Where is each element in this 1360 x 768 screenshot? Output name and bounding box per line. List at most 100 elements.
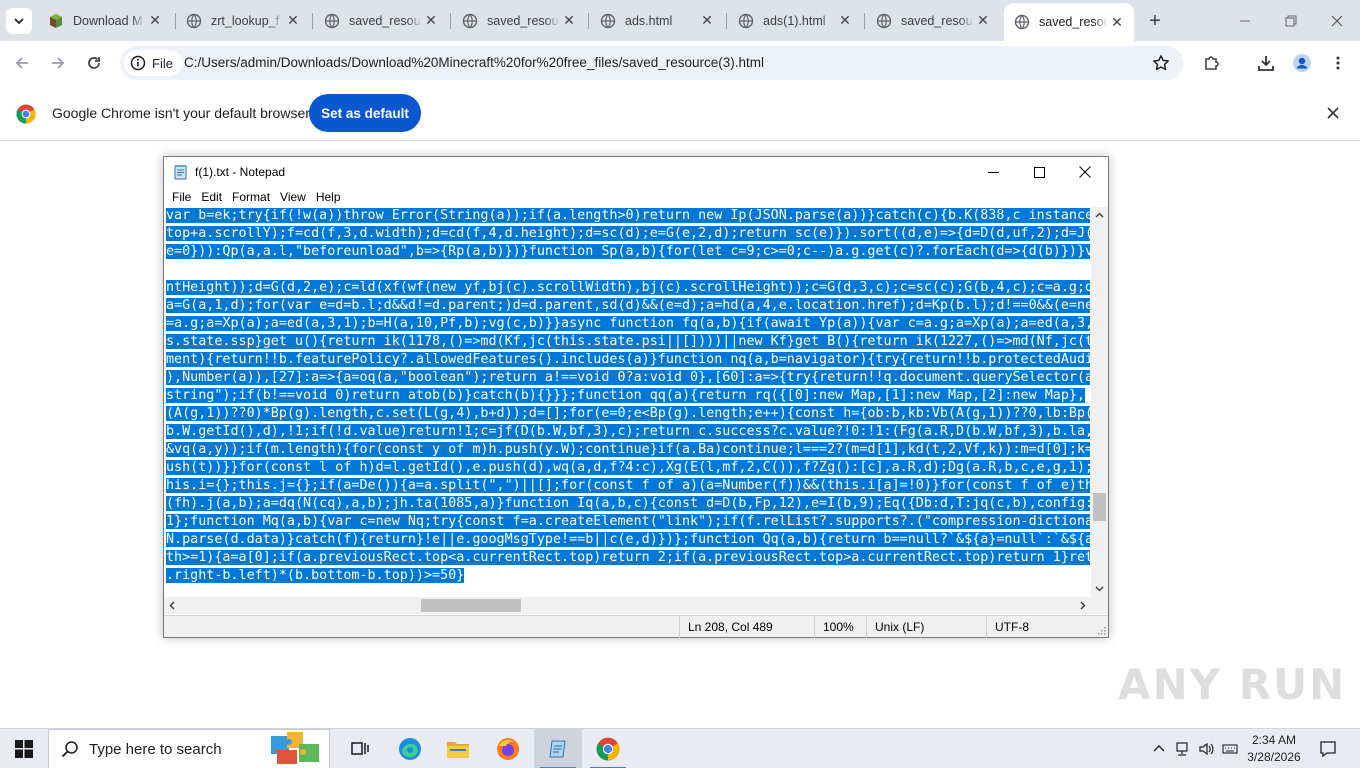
- bookmark-star-button[interactable]: [1151, 53, 1171, 73]
- text-line: ),Number(a)),[27]:a=>{a=oq(a,"boolean");…: [166, 369, 1090, 387]
- task-view-button[interactable]: [336, 729, 384, 768]
- globe-icon: [462, 13, 478, 29]
- tray-overflow-button[interactable]: [1150, 729, 1168, 768]
- menu-help[interactable]: Help: [311, 190, 346, 204]
- start-button[interactable]: [0, 729, 48, 768]
- menu-edit[interactable]: Edit: [196, 190, 227, 204]
- reload-button[interactable]: [80, 49, 108, 77]
- selected-text: (A(g,1))??0)*Bp(g).length,c.set(L(g,4),b…: [166, 406, 1090, 421]
- selected-text: ),Number(a)),[27]:a=>{a=oq(a,"boolean");…: [166, 370, 1090, 385]
- tray-network[interactable]: [1172, 729, 1192, 768]
- forward-button[interactable]: [44, 49, 72, 77]
- tab-ads-html[interactable]: ads.html ✕: [590, 6, 724, 35]
- set-as-default-button[interactable]: Set as default: [309, 94, 421, 132]
- back-button[interactable]: [8, 49, 36, 77]
- reload-icon: [88, 57, 100, 69]
- search-highlight-puzzle-icon[interactable]: [265, 730, 329, 768]
- taskbar-edge[interactable]: [386, 729, 434, 768]
- selected-text: b.W.getId(),d),!1;if(!d.value)return!1;c…: [166, 424, 1090, 439]
- new-tab-button[interactable]: +: [1143, 9, 1167, 33]
- tab-ads-1-html[interactable]: ads(1).html ✕: [728, 6, 862, 35]
- plus-icon: +: [1149, 9, 1161, 32]
- url-text[interactable]: C:/Users/admin/Downloads/Download%20Mine…: [184, 55, 764, 70]
- windows-taskbar: Type here to search 2:34 AM 3/28/2026: [0, 728, 1360, 768]
- downloads-button[interactable]: [1252, 49, 1280, 77]
- scroll-right-button[interactable]: [1074, 597, 1091, 614]
- vertical-scroll-thumb[interactable]: [1093, 493, 1106, 521]
- notepad-minimize-button[interactable]: [970, 157, 1016, 187]
- menu-file[interactable]: File: [167, 190, 196, 204]
- chrome-menu-button[interactable]: [1324, 49, 1352, 77]
- notification-icon: [1320, 741, 1336, 758]
- tray-keyboard[interactable]: [1220, 729, 1240, 768]
- address-bar[interactable]: File C:/Users/admin/Downloads/Download%2…: [120, 46, 1183, 80]
- menu-view[interactable]: View: [275, 190, 311, 204]
- tab-download-minecraft[interactable]: Download M ✕: [38, 6, 172, 35]
- minimize-window-button[interactable]: [1222, 0, 1268, 41]
- scroll-up-button[interactable]: [1091, 207, 1108, 224]
- tab-saved-resource-2[interactable]: saved_resou ✕: [452, 6, 586, 35]
- clock-date: 3/28/2026: [1247, 750, 1301, 764]
- taskbar-clock[interactable]: 2:34 AM 3/28/2026: [1244, 732, 1304, 766]
- text-line: top+a.scrollY);f=cd(f,3,d.width);d=cd(f,…: [166, 225, 1090, 243]
- selected-text: 1};function Mq(a,b){var c=new Nq;try{con…: [166, 514, 1090, 529]
- notepad-title: f(1).txt - Notepad: [195, 165, 286, 179]
- notepad-maximize-button[interactable]: [1016, 157, 1062, 187]
- notepad-close-button[interactable]: [1062, 157, 1108, 187]
- taskbar-firefox[interactable]: [484, 729, 532, 768]
- close-tab-icon[interactable]: ✕: [974, 12, 992, 30]
- star-icon: [1153, 55, 1169, 71]
- close-tab-icon[interactable]: ✕: [284, 12, 302, 30]
- taskbar-chrome[interactable]: [584, 729, 632, 768]
- close-tab-icon[interactable]: ✕: [1108, 13, 1126, 31]
- notifications-button[interactable]: [1314, 729, 1342, 768]
- close-window-button[interactable]: [1314, 0, 1360, 41]
- close-icon: [1331, 15, 1343, 26]
- horizontal-scroll-thumb[interactable]: [421, 599, 521, 612]
- tab-saved-resource-active[interactable]: saved_resou ✕: [1004, 3, 1134, 41]
- infobar-message: Google Chrome isn't your default browser: [52, 105, 310, 121]
- resize-grip-icon[interactable]: [1096, 625, 1106, 635]
- tab-saved-resource-3[interactable]: saved_resou ✕: [866, 6, 1000, 35]
- close-tab-icon[interactable]: ✕: [560, 12, 578, 30]
- close-tab-icon[interactable]: ✕: [836, 12, 854, 30]
- maximize-icon: [1033, 166, 1045, 178]
- taskbar-notepad[interactable]: [534, 729, 582, 768]
- tab-search-button[interactable]: [6, 8, 32, 34]
- chevron-right-icon: [1080, 601, 1086, 610]
- tab-saved-resource-1[interactable]: saved_resou ✕: [314, 6, 448, 35]
- search-icon: [61, 741, 78, 758]
- close-tab-icon[interactable]: ✕: [422, 12, 440, 30]
- tray-volume[interactable]: [1196, 729, 1216, 768]
- close-tab-icon[interactable]: ✕: [146, 12, 164, 30]
- horizontal-scrollbar[interactable]: [164, 597, 1091, 614]
- tab-separator: [726, 13, 727, 29]
- taskbar-search-box[interactable]: Type here to search: [48, 729, 330, 768]
- minimize-icon: [987, 171, 999, 173]
- tab-separator: [312, 13, 313, 29]
- selected-text: .right-b.left)*(b.bottom-b.top))>=50}: [166, 568, 465, 583]
- vertical-scrollbar[interactable]: [1091, 207, 1108, 597]
- selected-text: ntHeight));d=G(d,2,e);c=ld(xf(wf(new yf,…: [166, 280, 1090, 295]
- notepad-text-area[interactable]: var b=ek;try{if(!w(a))throw Error(String…: [166, 207, 1090, 597]
- text-line: (fh).j(a,b);a=dq(N(cq),a,b);jh.ta(1085,a…: [166, 495, 1090, 513]
- tab-zrt-lookup[interactable]: zrt_lookup_f ✕: [176, 6, 310, 35]
- infobar-close-button[interactable]: [1322, 102, 1344, 124]
- tab-title: ads.html: [625, 13, 673, 28]
- tab-separator: [450, 13, 451, 29]
- site-info-chip[interactable]: File: [124, 50, 183, 76]
- tab-title: Download M: [73, 13, 143, 28]
- edge-icon: [399, 738, 421, 760]
- scroll-down-button[interactable]: [1091, 580, 1108, 597]
- close-tab-icon[interactable]: ✕: [698, 12, 716, 30]
- menu-format[interactable]: Format: [227, 190, 275, 204]
- search-placeholder: Type here to search: [89, 740, 222, 758]
- taskbar-file-explorer[interactable]: [434, 729, 482, 768]
- profile-button[interactable]: [1288, 49, 1316, 77]
- extensions-button[interactable]: [1198, 49, 1226, 77]
- selected-text: N.parse(d.data)}catch(f){return}!e||e.go…: [166, 532, 1090, 547]
- scroll-left-button[interactable]: [164, 597, 181, 614]
- selected-text: (fh).j(a,b);a=dq(N(cq),a,b);jh.ta(1085,a…: [166, 496, 1090, 511]
- restore-window-button[interactable]: [1268, 0, 1314, 41]
- notepad-title-bar[interactable]: f(1).txt - Notepad: [164, 157, 1108, 187]
